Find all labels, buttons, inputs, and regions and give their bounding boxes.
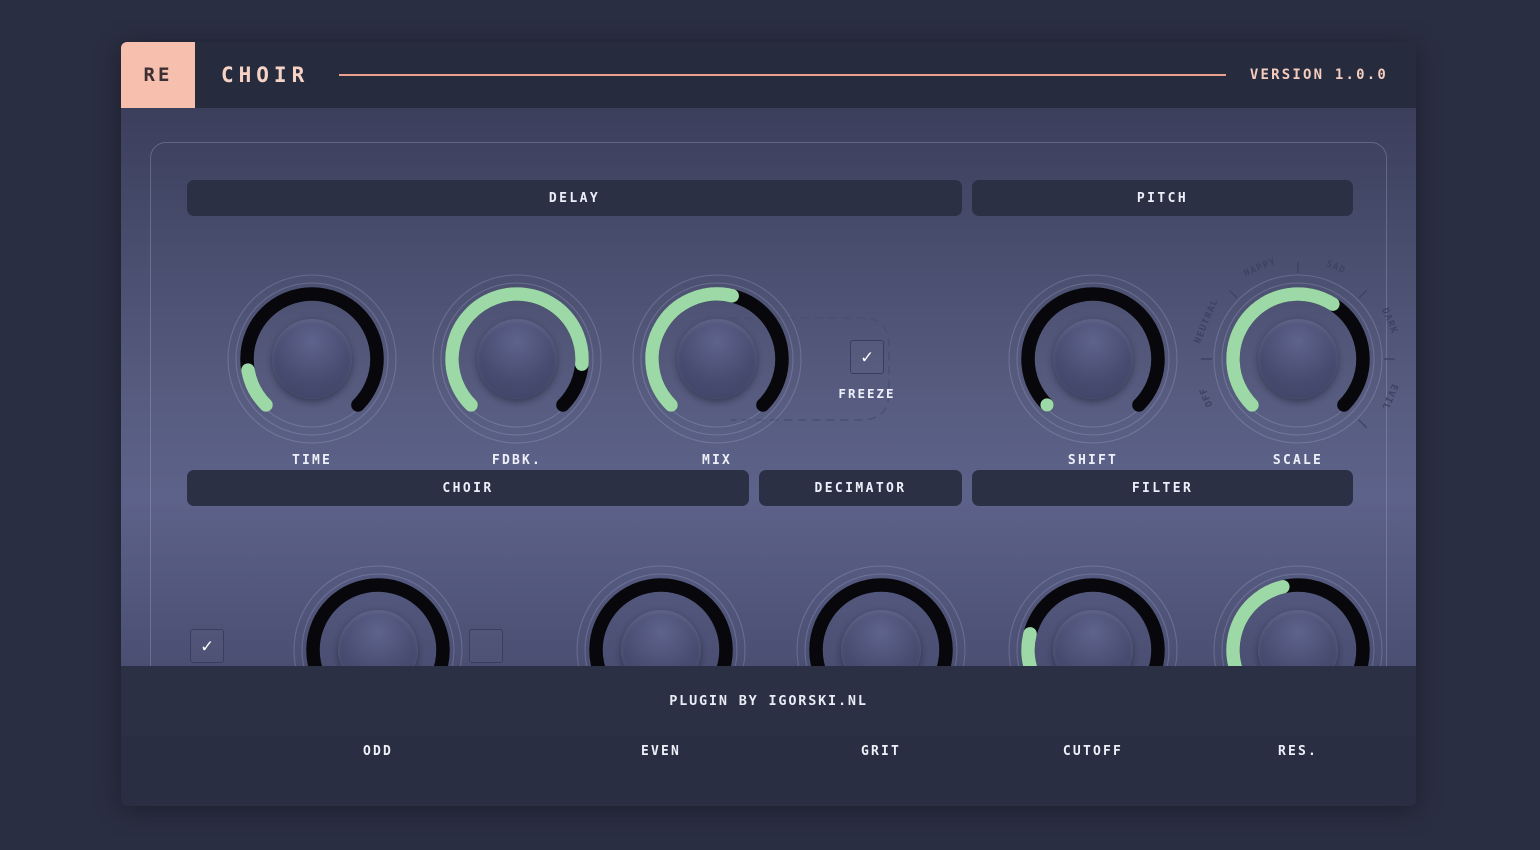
knob-time-cap <box>272 319 352 399</box>
knob-odd-label: ODD <box>362 744 394 759</box>
plugin-window-backdrop: RE CHOIR VERSION 1.0.0 DELAY PITCH TIME … <box>0 0 1540 850</box>
footer-credit: PLUGIN BY IGORSKI.NL <box>669 693 868 709</box>
knob-mix[interactable]: MIX <box>629 271 805 468</box>
knob-res-label: RES. <box>1277 744 1319 759</box>
knob-fdbk-label: FDBK. <box>491 453 543 468</box>
version-label: VERSION 1.0.0 <box>1249 67 1388 83</box>
knob-scale-cap <box>1258 319 1338 399</box>
plugin-window: RE CHOIR VERSION 1.0.0 DELAY PITCH TIME … <box>121 42 1416 806</box>
knob-scale[interactable]: OFF NEUTRAL HAPPY SAD DARK EVIL SCALE <box>1192 256 1399 468</box>
plugin-body: DELAY PITCH TIME FDBK. MIX ✓ FREEZE SHIF… <box>121 108 1416 759</box>
mod-checkbox[interactable]: ✓ <box>190 629 224 663</box>
header-divider-rule <box>309 42 1250 108</box>
knob-shift[interactable]: SHIFT <box>1005 271 1181 468</box>
freeze-label: FREEZE <box>838 386 896 401</box>
section-header-choir: CHOIR <box>187 470 749 506</box>
plugin-footer: PLUGIN BY IGORSKI.NL <box>121 666 1416 736</box>
section-header-choir-label: CHOIR <box>442 480 494 496</box>
knob-scale-label: SCALE <box>1272 453 1324 468</box>
freeze-checkbox[interactable]: ✓ <box>850 340 884 374</box>
scale-ring-label: EVIL <box>1379 382 1400 411</box>
brand-logo: RE <box>121 42 195 108</box>
knob-even-label: EVEN <box>640 744 682 759</box>
knob-mix-cap <box>677 319 757 399</box>
section-header-delay-label: DELAY <box>548 190 601 206</box>
page-title: CHOIR <box>221 63 310 87</box>
scale-ring-tick <box>1358 419 1368 429</box>
section-header-delay: DELAY <box>187 180 962 216</box>
scale-ring-label: DARK <box>1379 306 1400 335</box>
knob-shift-cap <box>1053 319 1133 399</box>
section-header-pitch-label: PITCH <box>1136 190 1189 206</box>
scale-ring-tick <box>1358 289 1368 299</box>
scale-ring-label: HAPPY <box>1242 256 1278 279</box>
scale-ring-label: SAD <box>1324 259 1347 277</box>
knob-fdbk[interactable]: FDBK. <box>429 271 605 468</box>
knob-time[interactable]: TIME <box>224 271 400 468</box>
sync-checkbox[interactable]: ✓ <box>469 629 503 663</box>
section-header-decimator-label: DECIMATOR <box>814 480 907 496</box>
knob-mix-label: MIX <box>701 453 733 468</box>
knob-grit-label: GRIT <box>860 744 902 759</box>
section-header-filter: FILTER <box>972 470 1353 506</box>
knob-cutoff-label: CUTOFF <box>1062 744 1124 759</box>
scale-ring-label: OFF <box>1198 385 1216 408</box>
scale-ring-tick <box>1228 289 1238 299</box>
knob-shift-label: SHIFT <box>1067 453 1119 468</box>
section-header-decimator: DECIMATOR <box>759 470 962 506</box>
knob-fdbk-cap <box>477 319 557 399</box>
toggle-freeze[interactable]: ✓ FREEZE <box>834 340 900 401</box>
knob-time-label: TIME <box>291 453 333 468</box>
plugin-header: RE CHOIR VERSION 1.0.0 <box>121 42 1416 108</box>
section-header-pitch: PITCH <box>972 180 1353 216</box>
section-header-filter-label: FILTER <box>1131 480 1194 496</box>
